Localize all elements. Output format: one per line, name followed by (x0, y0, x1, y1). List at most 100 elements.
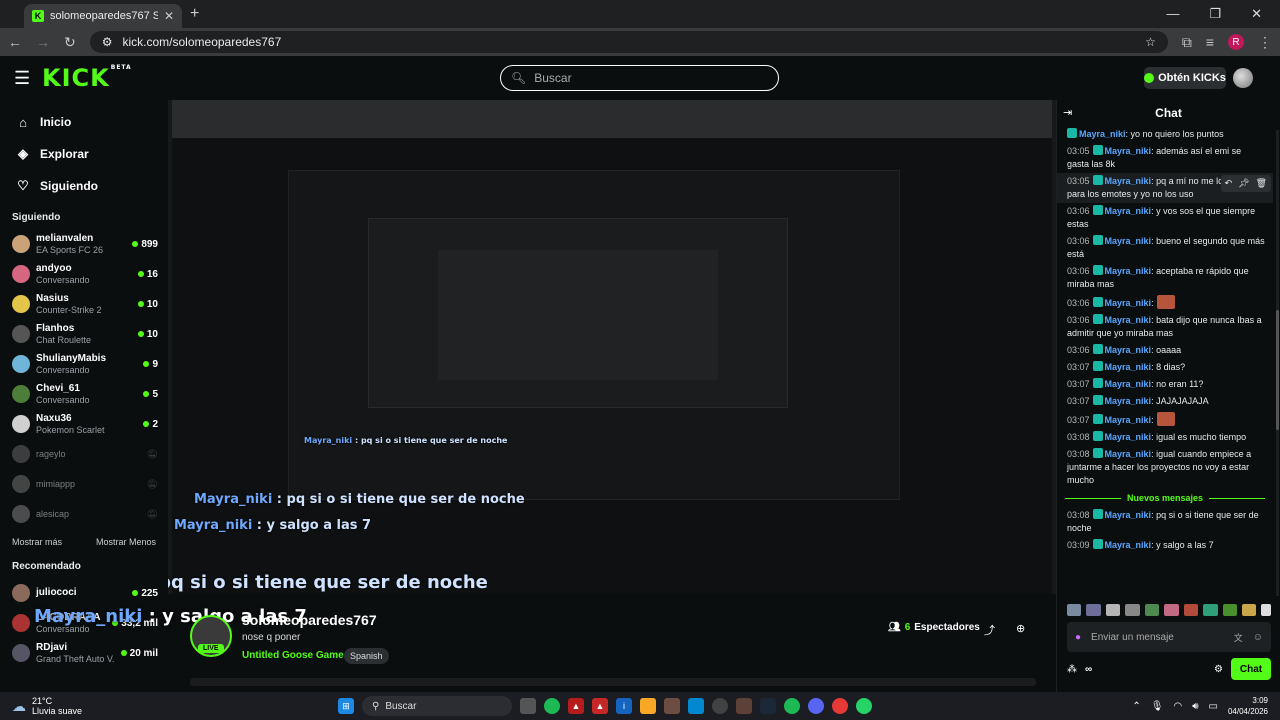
channel-item[interactable]: melianvalen EA Sports FC 26 899 (0, 229, 168, 259)
video-player[interactable]: Mayra_niki : pq si o si tiene que ser de… (168, 100, 1056, 594)
browser-menu-icon[interactable]: ⋮ (1258, 34, 1272, 51)
reload-icon[interactable]: ↻ (64, 34, 76, 51)
share-icon[interactable]: ⤴ (984, 622, 995, 638)
chat-message[interactable]: 03:06 Mayra_niki: aceptaba re rápido que … (1057, 263, 1273, 293)
channel-item[interactable]: Naxu36 Pokemon Scarlet 2 (0, 409, 168, 439)
channel-name[interactable]: solomeoparedes767 (242, 612, 377, 628)
collapse-chat-icon[interactable]: ⇥ (1063, 106, 1072, 119)
wifi-icon[interactable]: ◠ (1173, 701, 1182, 712)
channel-item[interactable]: Chevi_61 Conversando 5 (0, 379, 168, 409)
volume-icon[interactable]: 🔊︎ (1192, 701, 1198, 712)
message-username[interactable]: Mayra_niki (1105, 146, 1152, 156)
nav-inicio[interactable]: ⌂ Inicio (0, 106, 168, 138)
pin-icon[interactable]: 📌︎ (1238, 177, 1249, 190)
get-kicks-button[interactable]: Obtén KICKs (1144, 67, 1226, 89)
chat-message[interactable]: 03:08 Mayra_niki: igual es mucho tiempo (1057, 429, 1273, 446)
weather-widget[interactable]: ☁ 21°C Lluvia suave (12, 696, 82, 716)
new-tab-button[interactable]: + (190, 5, 199, 23)
notifications-off-icon[interactable]: 🔕︎ (147, 449, 158, 460)
channel-item[interactable]: andyoo Conversando 16 (0, 259, 168, 289)
message-username[interactable]: Mayra_niki (1105, 345, 1152, 355)
emote-icon[interactable] (1164, 604, 1179, 616)
emote-arrow-icon[interactable] (1261, 604, 1271, 616)
forward-icon[interactable]: → (36, 34, 50, 50)
restore-icon[interactable]: ❐ (1209, 6, 1221, 22)
battery-icon[interactable]: ▭ (1209, 701, 1218, 712)
taskbar-search[interactable]: ⚲ Buscar (362, 696, 512, 716)
emote-icon[interactable] (1125, 604, 1140, 616)
nav-siguiendo[interactable]: ♡ Siguiendo (0, 170, 168, 202)
delete-icon[interactable]: 🗑︎ (1256, 177, 1267, 190)
show-less-button[interactable]: Mostrar Menos (96, 537, 156, 547)
app-icon[interactable] (688, 698, 704, 714)
bookmark-star-icon[interactable]: ☆ (1145, 35, 1156, 49)
channel-item[interactable]: Nasius Counter-Strike 2 10 (0, 289, 168, 319)
notifications-off-icon[interactable]: 🔕︎ (147, 509, 158, 520)
chat-message[interactable]: 03:06 Mayra_niki: bata dijo que nunca Iba… (1057, 312, 1273, 342)
message-username[interactable]: Mayra_niki (1105, 510, 1152, 520)
chat-message[interactable]: 03:05 Mayra_niki: además así el emi se ga… (1057, 143, 1273, 173)
microphone-icon[interactable]: ● (1075, 632, 1081, 643)
channel-item[interactable]: ShulianyMabis Conversando 9 (0, 349, 168, 379)
close-window-icon[interactable]: ✕ (1251, 6, 1262, 22)
reply-icon[interactable]: ↶ (1225, 177, 1233, 190)
chat-message[interactable]: 03:07 Mayra_niki: 8 dias? (1057, 359, 1273, 376)
emote-icon[interactable] (1105, 604, 1121, 616)
chat-input[interactable]: ● Enviar un mensaje 文 ☺ (1067, 622, 1271, 652)
channel-item-offline[interactable]: mimiappp 🔕︎ (0, 469, 168, 499)
language-tag[interactable]: Spanish (344, 648, 389, 664)
message-username[interactable]: Mayra_niki (1105, 315, 1152, 325)
emote-icon[interactable] (1086, 604, 1101, 616)
steam-icon[interactable] (760, 698, 776, 714)
nav-explorar[interactable]: ◈ Explorar (0, 138, 168, 170)
message-username[interactable]: Mayra_niki (1105, 176, 1152, 186)
back-icon[interactable]: ← (8, 34, 22, 50)
chat-scrollbar[interactable] (1276, 130, 1279, 596)
chat-message[interactable]: 03:09 Mayra_niki: y salgo a las 7 (1057, 537, 1273, 554)
clock[interactable]: 3:09 04/04/2026 (1228, 695, 1268, 717)
profile-avatar[interactable]: R (1228, 34, 1244, 50)
channel-item[interactable]: RDjavi Grand Theft Auto V... 20 mil (0, 638, 168, 668)
follow-icon[interactable]: ⊕ (1016, 622, 1025, 635)
chat-message[interactable]: 03:07 Mayra_niki: (1057, 410, 1273, 429)
kick-logo[interactable]: KICKBETA (42, 64, 132, 92)
message-username[interactable]: Mayra_niki (1105, 540, 1152, 550)
spotify-icon[interactable] (784, 698, 800, 714)
channel-item-offline[interactable]: alesicap 🔕︎ (0, 499, 168, 529)
mic-icon[interactable]: 🎙︎ (1151, 701, 1164, 712)
message-username[interactable]: Mayra_niki (1105, 236, 1152, 246)
notifications-off-icon[interactable]: 🔕︎ (147, 479, 158, 490)
discord-icon[interactable] (808, 698, 824, 714)
minimize-icon[interactable]: — (1166, 6, 1179, 22)
message-username[interactable]: Mayra_niki (1105, 266, 1152, 276)
send-chat-button[interactable]: Chat (1231, 658, 1271, 680)
chat-message[interactable]: 03:05 Mayra_niki: pq a mí no me los dan p… (1057, 173, 1273, 203)
message-username[interactable]: Mayra_niki (1105, 206, 1152, 216)
chat-message[interactable]: 03:08 Mayra_niki: pq si o si tiene que se… (1057, 507, 1273, 537)
app-icon[interactable] (712, 698, 728, 714)
message-username[interactable]: Mayra_niki (1105, 449, 1152, 459)
emote-icon[interactable] (1183, 604, 1199, 616)
chat-message[interactable]: 03:06 Mayra_niki: oaaaa (1057, 342, 1273, 359)
message-username[interactable]: Mayra_niki (1105, 379, 1152, 389)
whatsapp-icon[interactable] (856, 698, 872, 714)
start-icon[interactable]: ⊞ (338, 698, 354, 714)
chrome-icon[interactable] (832, 698, 848, 714)
show-more-button[interactable]: Mostrar más (12, 537, 62, 547)
emote-icon[interactable] (1203, 604, 1218, 616)
extensions-icon[interactable]: ⧉ (1182, 34, 1192, 51)
points-icon[interactable]: ⁂ (1067, 664, 1077, 675)
emote-icon[interactable] (1222, 604, 1237, 616)
site-info-icon[interactable]: ⚙ (102, 35, 113, 49)
translate-icon[interactable]: 文 (1234, 631, 1243, 644)
tray-chevron-icon[interactable]: ⌃ (1132, 701, 1140, 712)
message-username[interactable]: Mayra_niki (1105, 396, 1152, 406)
emote-icon[interactable] (1144, 604, 1160, 616)
emote-icon[interactable] (1067, 604, 1082, 616)
info-app-icon[interactable]: i (616, 698, 632, 714)
message-username[interactable]: Mayra_niki (1105, 362, 1152, 372)
app-icon[interactable]: ▲ (592, 698, 608, 714)
search-input[interactable]: 🔍︎ Buscar (500, 65, 779, 91)
message-username[interactable]: Mayra_niki (1105, 415, 1152, 425)
chat-message[interactable]: 03:07 Mayra_niki: no eran 11? (1057, 376, 1273, 393)
